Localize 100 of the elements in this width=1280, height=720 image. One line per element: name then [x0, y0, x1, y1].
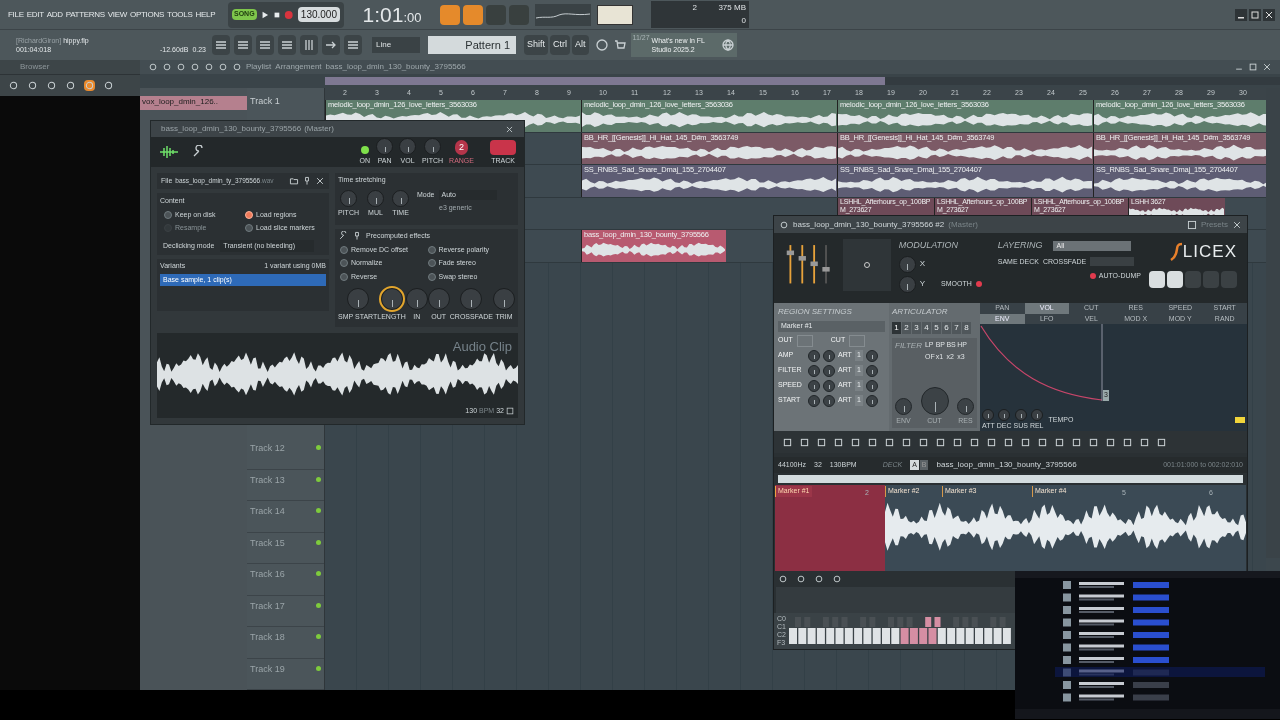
- track-name[interactable]: Track 19: [250, 662, 285, 677]
- knob[interactable]: [865, 349, 878, 362]
- modifier-key-button[interactable]: Shift: [524, 35, 548, 55]
- auto-dump-led[interactable]: [1089, 273, 1096, 280]
- radio-button[interactable]: [245, 224, 253, 233]
- articulation-tab[interactable]: 1: [892, 322, 901, 334]
- knob[interactable]: [823, 364, 835, 377]
- minimize-icon[interactable]: [1235, 8, 1247, 21]
- articulation-tab[interactable]: 4: [922, 322, 931, 334]
- knob[interactable]: [982, 408, 995, 421]
- memory-usage: 375 MB: [717, 1, 746, 14]
- menu-item[interactable]: EDIT: [26, 8, 44, 21]
- menu-item[interactable]: FILE: [8, 8, 24, 21]
- track-name[interactable]: Track 13: [250, 473, 285, 488]
- knob[interactable]: [823, 394, 835, 407]
- track-mute-led[interactable]: [316, 508, 321, 514]
- modifier-key-button[interactable]: Alt: [572, 35, 589, 55]
- breadcrumb-item[interactable]: Playlist: [246, 61, 272, 73]
- knob[interactable]: [808, 379, 820, 392]
- articulation-tab[interactable]: 5: [932, 322, 941, 334]
- knob[interactable]: [380, 288, 403, 310]
- radio-button[interactable]: [164, 210, 172, 219]
- resize-icon[interactable]: [506, 406, 514, 415]
- radio-button[interactable]: [427, 259, 436, 268]
- restore-icon[interactable]: [1248, 62, 1258, 72]
- articulation-tab[interactable]: 3: [912, 322, 921, 334]
- menu-item[interactable]: OPTIONS: [130, 8, 164, 21]
- track-mute-led[interactable]: [316, 665, 321, 671]
- radio-button[interactable]: [427, 245, 436, 254]
- track-mute-led[interactable]: [316, 602, 321, 608]
- knob[interactable]: [998, 408, 1011, 421]
- snap-selector[interactable]: Line: [372, 37, 420, 53]
- menu-item[interactable]: ADD: [46, 8, 63, 21]
- menu-item[interactable]: VIEW: [107, 8, 128, 21]
- close-icon[interactable]: [1263, 8, 1275, 21]
- close-icon[interactable]: [1232, 219, 1242, 230]
- knob[interactable]: [808, 394, 820, 407]
- knob[interactable]: [808, 349, 820, 362]
- track-mute-led[interactable]: [316, 476, 321, 482]
- knob[interactable]: [1014, 408, 1027, 421]
- globe-icon[interactable]: [720, 38, 735, 52]
- vertical-scrollbar[interactable]: [1266, 88, 1280, 558]
- mixer-icon[interactable]: [302, 38, 316, 52]
- articulation-tab[interactable]: 2: [902, 322, 911, 334]
- articulation-tab[interactable]: 7: [952, 322, 961, 334]
- knob[interactable]: [865, 364, 878, 377]
- close-icon[interactable]: [505, 124, 514, 134]
- track-mute-led[interactable]: [316, 571, 321, 577]
- menu-item[interactable]: TOOLS: [167, 8, 193, 21]
- maximize-icon[interactable]: [1249, 8, 1261, 21]
- knob[interactable]: [865, 379, 878, 392]
- close-icon[interactable]: [315, 176, 325, 186]
- pitch-range-display[interactable]: 2: [455, 139, 469, 155]
- track-mute-led[interactable]: [316, 445, 321, 451]
- knob[interactable]: [808, 364, 820, 377]
- tempo-display[interactable]: 130.000: [297, 7, 340, 22]
- mixer-track-button[interactable]: [490, 139, 516, 155]
- radio-button[interactable]: [245, 210, 253, 219]
- cart-icon[interactable]: [612, 38, 627, 52]
- step-edit-button[interactable]: [463, 4, 483, 25]
- horizontal-scrollbar[interactable]: [325, 77, 1280, 85]
- close-icon[interactable]: [1262, 62, 1272, 72]
- radio-button[interactable]: [340, 272, 348, 281]
- radio-button[interactable]: [427, 272, 436, 281]
- track-name[interactable]: Track 14: [250, 505, 285, 519]
- logo-text: LICEX: [1182, 241, 1237, 263]
- pin-icon[interactable]: [352, 231, 362, 242]
- piano-keyboard-drawing[interactable]: [788, 616, 1014, 646]
- track-name[interactable]: Track 1: [250, 94, 280, 109]
- smooth-led[interactable]: [975, 281, 982, 287]
- waveform-tab-icon[interactable]: [159, 145, 179, 159]
- breadcrumb-item[interactable]: bass_loop_dmin_130_bounty_3795566: [325, 61, 466, 73]
- knob[interactable]: [1030, 408, 1043, 421]
- modifier-key-button[interactable]: Ctrl: [550, 35, 570, 55]
- articulation-tab[interactable]: 8: [962, 322, 971, 334]
- channel-on-led[interactable]: [360, 145, 369, 154]
- menu-item[interactable]: PATTERNS: [65, 8, 105, 21]
- overview-scrollbar[interactable]: [778, 475, 1243, 483]
- picker-clip-item[interactable]: vox_loop_dmin_126..: [140, 96, 247, 110]
- folder-icon[interactable]: [289, 176, 299, 186]
- knob[interactable]: [823, 349, 835, 362]
- out-field[interactable]: [796, 334, 813, 347]
- articulation-tab[interactable]: 6: [942, 322, 951, 334]
- pattern-selector[interactable]: Pattern 1: [428, 36, 516, 54]
- track-name[interactable]: Track 15: [250, 536, 285, 551]
- track-mute-led[interactable]: [316, 539, 321, 545]
- track-name[interactable]: Track 12: [250, 442, 285, 456]
- typing-keyboard-button[interactable]: [440, 4, 460, 25]
- radio-button[interactable]: [340, 245, 348, 254]
- pin-icon[interactable]: [302, 176, 312, 186]
- cut-field[interactable]: [849, 334, 866, 347]
- track-name[interactable]: Track 17: [250, 599, 285, 614]
- knob[interactable]: [865, 394, 878, 407]
- track-name[interactable]: Track 18: [250, 631, 285, 645]
- breadcrumb-item[interactable]: Arrangement: [275, 61, 322, 73]
- radio-button[interactable]: [340, 259, 348, 268]
- track-mute-led[interactable]: [316, 634, 321, 640]
- menu-item[interactable]: HELP: [195, 8, 216, 21]
- knob[interactable]: [823, 379, 835, 392]
- track-name[interactable]: Track 16: [250, 568, 285, 582]
